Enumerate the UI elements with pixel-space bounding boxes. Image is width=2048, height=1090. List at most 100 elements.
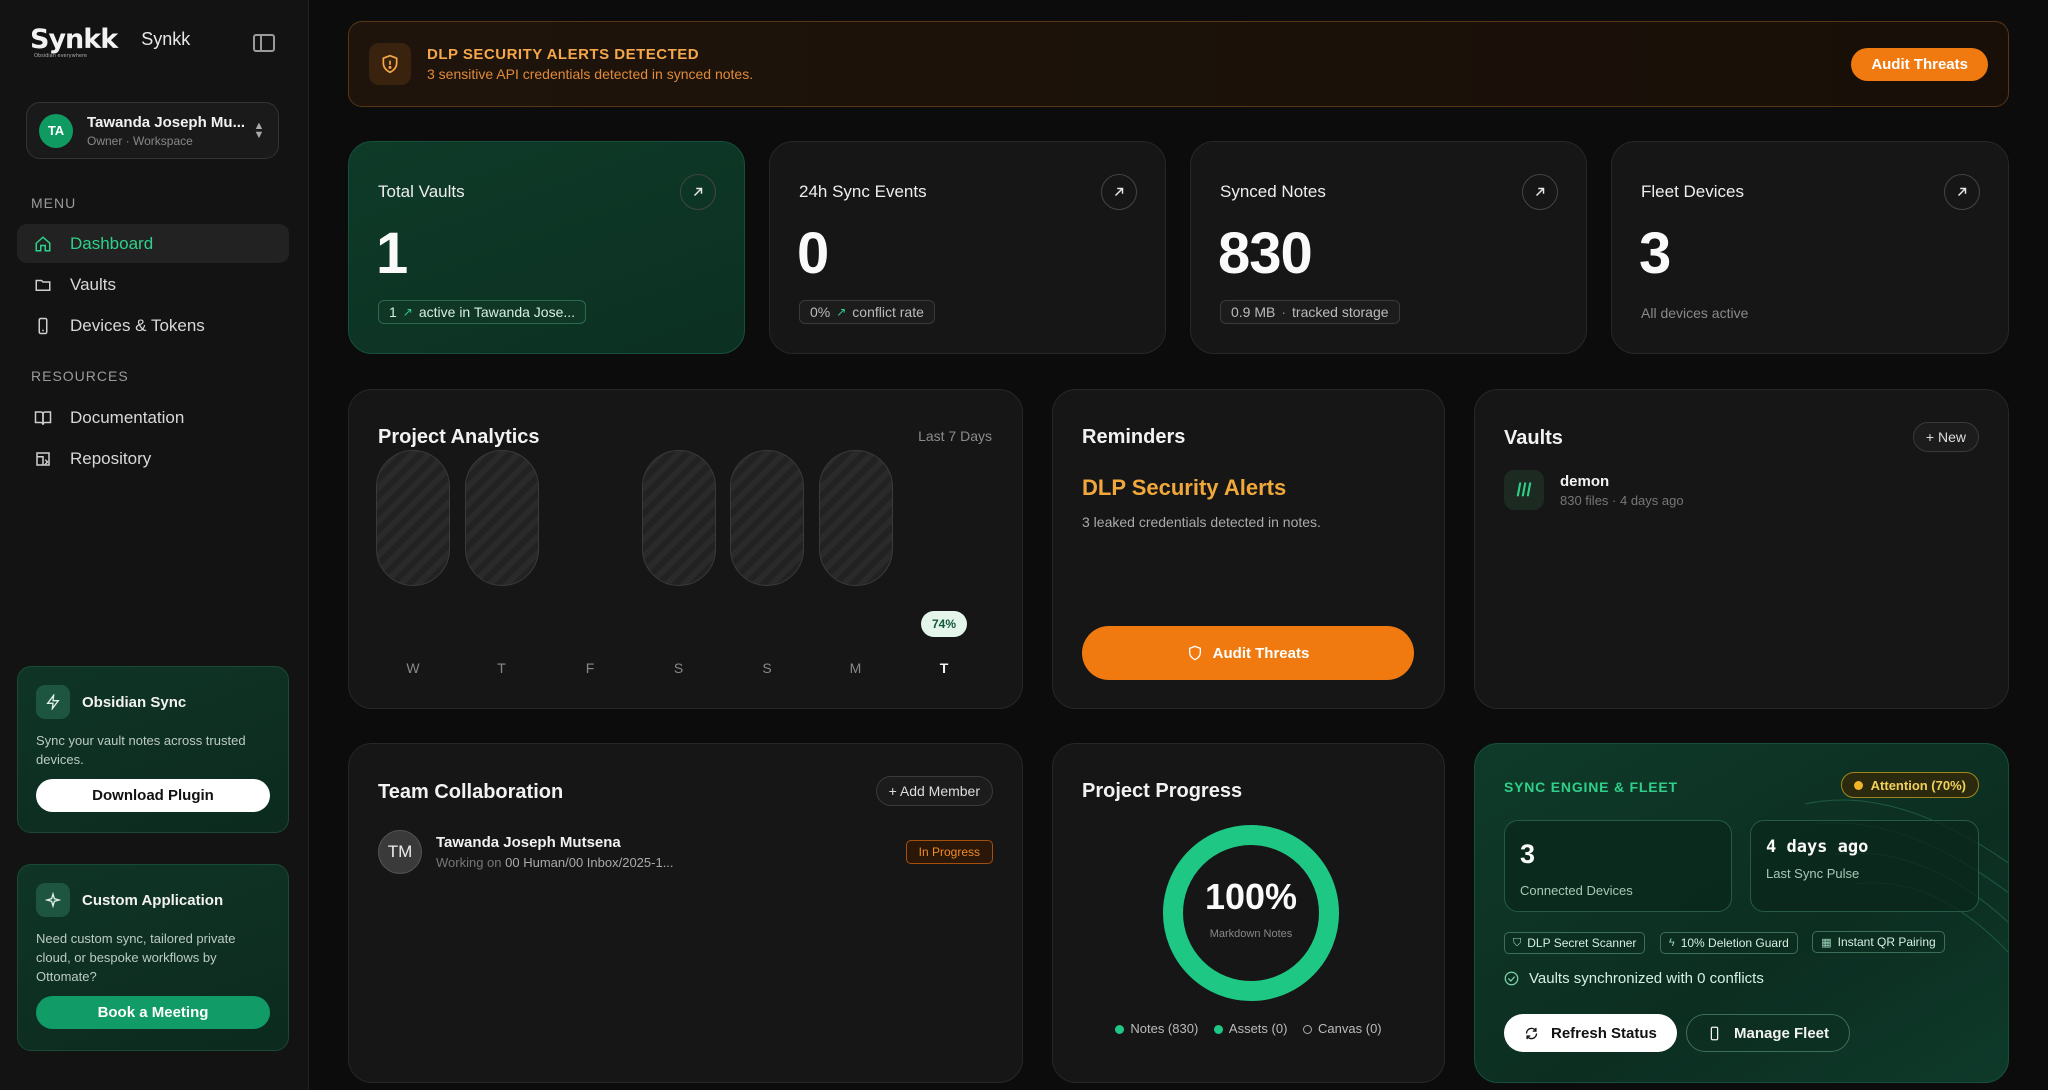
devices-value: 3 xyxy=(1520,839,1536,869)
sync-engine-fleet-card: SYNC ENGINE & FLEET Attention (70%) 3 Co… xyxy=(1474,743,2009,1083)
promo-description: Sync your vault notes across trusted dev… xyxy=(36,733,246,767)
new-vault-button[interactable]: + New xyxy=(1912,422,1979,452)
sidebar-item-dashboard[interactable]: Dashboard xyxy=(17,224,289,263)
devices-label: Connected Devices xyxy=(1520,883,1633,898)
dlp-alert-banner: DLP SECURITY ALERTS DETECTED 3 sensitive… xyxy=(348,21,2009,107)
book-meeting-button[interactable]: Book a Meeting xyxy=(36,996,270,1029)
avatar: TA xyxy=(39,113,73,148)
date-range-label[interactable]: Last 7 Days xyxy=(918,428,992,444)
sidebar-item-label: Documentation xyxy=(70,407,185,427)
button-label: Manage Fleet xyxy=(1734,1024,1830,1042)
legend-item-assets: Assets (0) xyxy=(1213,1021,1288,1036)
sidebar-item-repository[interactable]: Repository xyxy=(17,439,289,478)
sidebar-item-vaults[interactable]: Vaults xyxy=(17,265,289,304)
team-collaboration-card: Team Collaboration + Add Member TM Tawan… xyxy=(348,743,1023,1083)
status-dot xyxy=(1853,780,1863,790)
button-label: Refresh Status xyxy=(1551,1024,1657,1042)
vault-name: demon xyxy=(1560,472,1610,490)
sparkle-icon xyxy=(36,883,70,917)
member-activity: Working on 00 Human/00 Inbox/2025-1... xyxy=(436,855,906,870)
arrow-up-right-icon[interactable] xyxy=(1101,174,1137,210)
analytics-day-label: T xyxy=(939,660,949,676)
stat-card-sync-events[interactable]: 24h Sync Events 0 0% ↗ conflict rate xyxy=(769,141,1166,354)
progress-sublabel: Markdown Notes xyxy=(1209,928,1293,940)
brand[interactable]: Synkk Obsidian everywhere Synkk xyxy=(30,26,191,59)
member-name: Tawanda Joseph Mutsena xyxy=(436,834,621,851)
stat-value: 0 xyxy=(797,221,829,286)
card-title: Project Progress xyxy=(1082,780,1243,802)
sidebar-item-label: Devices & Tokens xyxy=(70,315,205,335)
stat-label: Fleet Devices xyxy=(1641,182,1744,201)
analytics-bar[interactable] xyxy=(818,450,893,586)
reminder-text: 3 leaked credentials detected in notes. xyxy=(1082,514,1321,530)
folder-icon xyxy=(33,275,53,295)
sidebar-item-label: Dashboard xyxy=(70,233,154,253)
progress-percent: 100% xyxy=(1204,876,1298,917)
stat-pill-text: tracked storage xyxy=(1292,304,1389,320)
analytics-bar[interactable] xyxy=(464,450,539,586)
sidebar-item-devices-tokens[interactable]: Devices & Tokens xyxy=(17,306,289,345)
arrow-up-right-icon[interactable] xyxy=(680,174,716,210)
sync-status-text: Vaults synchronized with 0 conflicts xyxy=(1529,970,1764,987)
sidebar-item-documentation[interactable]: Documentation xyxy=(17,398,289,437)
stat-subtext: All devices active xyxy=(1641,305,1749,321)
add-member-button[interactable]: + Add Member xyxy=(875,776,993,806)
analytics-bar[interactable] xyxy=(730,450,804,586)
analytics-day-label: F xyxy=(585,660,595,676)
vault-list-item[interactable]: /// demon 830 files · 4 days ago xyxy=(1504,470,1684,510)
avatar: TM xyxy=(378,830,422,874)
fleet-title: SYNC ENGINE & FLEET xyxy=(1504,779,1678,795)
trend-icon: ↗ xyxy=(836,305,847,319)
home-icon xyxy=(33,234,53,254)
stat-value: 1 xyxy=(376,221,408,286)
stat-pill-text: conflict rate xyxy=(852,304,924,320)
refresh-status-button[interactable]: Refresh Status xyxy=(1504,1014,1677,1052)
refresh-icon xyxy=(1525,1027,1538,1039)
stat-label: 24h Sync Events xyxy=(799,182,927,201)
promo-title: Obsidian Sync xyxy=(82,693,187,711)
legend-label: Assets (0) xyxy=(1228,1021,1288,1036)
trend-icon: ↗ xyxy=(402,305,413,319)
vaults-card: Vaults + New /// demon 830 files · 4 day… xyxy=(1474,389,2009,709)
manage-fleet-button[interactable]: Manage Fleet xyxy=(1686,1014,1851,1052)
last-sync-pulse-box: 4 days ago Last Sync Pulse xyxy=(1750,820,1979,912)
arrow-up-right-icon[interactable] xyxy=(1944,174,1980,210)
sidebar-toggle-icon[interactable] xyxy=(253,34,275,52)
working-path: 00 Human/00 Inbox/2025-1... xyxy=(505,855,674,870)
stat-card-synced-notes[interactable]: Synced Notes 830 0.9 MB · tracked storag… xyxy=(1190,141,1587,354)
button-label: Audit Threats xyxy=(1212,644,1310,662)
reminders-card: Reminders DLP Security Alerts 3 leaked c… xyxy=(1052,389,1445,709)
chip-qr-pairing: ▦ Instant QR Pairing xyxy=(1812,931,1945,953)
analytics-bar[interactable] xyxy=(641,450,716,586)
analytics-bar[interactable] xyxy=(376,450,450,586)
legend-label: Notes (830) xyxy=(1130,1021,1199,1036)
audit-threats-button[interactable]: Audit Threats xyxy=(1851,47,1988,81)
alert-subtitle: 3 sensitive API credentials detected in … xyxy=(427,66,754,82)
chip-label: 10% Deletion Guard xyxy=(1680,935,1789,950)
team-member-row[interactable]: TM Tawanda Joseph Mutsena Working on 00 … xyxy=(378,830,993,874)
sidebar-item-label: Vaults xyxy=(70,274,116,294)
shield-alert-icon xyxy=(369,43,411,85)
menu-label: MENU xyxy=(31,195,77,211)
analytics-day-label: T xyxy=(497,660,506,676)
stat-card-fleet-devices[interactable]: Fleet Devices 3 All devices active xyxy=(1611,141,2009,354)
shield-icon xyxy=(1188,645,1201,661)
progress-legend: Notes (830) Assets (0) Canvas (0) xyxy=(1053,1021,1444,1036)
download-plugin-button[interactable]: Download Plugin xyxy=(36,779,270,812)
arrow-up-right-icon[interactable] xyxy=(1522,174,1558,210)
brand-name: Synkk xyxy=(141,29,191,49)
sidebar-item-label: Repository xyxy=(70,448,152,468)
card-title: Project Analytics xyxy=(378,426,540,448)
reminder-audit-threats-button[interactable]: Audit Threats xyxy=(1082,626,1414,680)
card-title: Reminders xyxy=(1082,426,1186,448)
phone-icon xyxy=(1710,1026,1719,1040)
sync-status: Vaults synchronized with 0 conflicts xyxy=(1504,970,1764,987)
legend-item-notes: Notes (830) xyxy=(1115,1021,1198,1036)
stat-pill: 0.9 MB · tracked storage xyxy=(1220,300,1400,324)
stat-card-total-vaults[interactable]: Total Vaults 1 1 ↗ active in Tawanda Jos… xyxy=(348,141,745,354)
working-prefix: Working on xyxy=(436,855,502,870)
workspace-switcher[interactable]: TA Tawanda Joseph Mu... Owner · Workspac… xyxy=(26,102,279,159)
project-progress-card: Project Progress 100% Markdown Notes Not… xyxy=(1052,743,1445,1083)
chip-deletion-guard: ϟ 10% Deletion Guard xyxy=(1659,931,1798,954)
workspace-role: Owner · Workspace xyxy=(87,133,193,148)
